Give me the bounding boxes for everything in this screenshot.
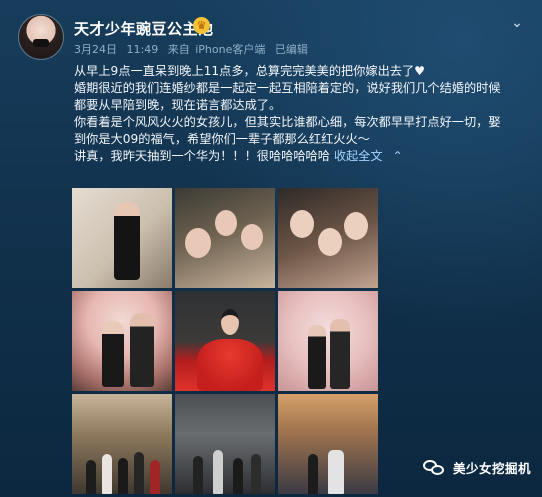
post-date: 3月24日 bbox=[74, 43, 117, 56]
photo-1[interactable] bbox=[72, 188, 172, 288]
wechat-icon bbox=[423, 458, 445, 476]
post-line: 婚期很近的我们连婚纱都是一起定一起互相陪着定的，说好我们几个结婚的时候 bbox=[74, 81, 501, 95]
photo-6[interactable] bbox=[278, 291, 378, 391]
crown-icon: ♛ bbox=[193, 17, 210, 34]
collapse-text-link[interactable]: 收起全文 bbox=[334, 149, 383, 163]
post-line: 到你是大09的福气，希望你们一辈子都那么红红火火～ bbox=[74, 132, 370, 146]
post-line: 讲真，我昨天抽到一个华为！！！很哈哈哈哈哈 bbox=[74, 149, 330, 163]
post-line: 你看着是个风风火火的女孩儿，但其实比谁都心细，每次都早早打点好一切，娶 bbox=[74, 115, 501, 129]
chevron-down-icon[interactable]: ⌄ bbox=[508, 14, 526, 32]
photo-3[interactable] bbox=[278, 188, 378, 288]
avatar-face-mask bbox=[33, 39, 49, 47]
chevron-up-icon[interactable]: ⌃ bbox=[392, 149, 402, 163]
photo-8[interactable] bbox=[175, 394, 275, 494]
photo-2[interactable] bbox=[175, 188, 275, 288]
avatar[interactable] bbox=[18, 14, 64, 60]
edited-label[interactable]: 已编辑 bbox=[275, 43, 308, 56]
photo-9[interactable] bbox=[278, 394, 378, 494]
photo-grid bbox=[72, 188, 378, 495]
post-line: 都要从早陪到晚，现在诺言都达成了。 bbox=[74, 98, 282, 112]
post-body: 从早上9点一直呆到晚上11点多，总算完完美美的把你嫁出去了♥ 婚期很近的我们连婚… bbox=[74, 63, 532, 165]
post-source-prefix: 来自 bbox=[167, 43, 190, 56]
post-time: 11:49 bbox=[126, 43, 159, 56]
photo-7[interactable] bbox=[72, 394, 172, 494]
photo-4[interactable] bbox=[72, 291, 172, 391]
photo-5[interactable] bbox=[175, 291, 275, 391]
watermark: 美少女挖掘机 bbox=[423, 455, 531, 479]
post-line: 从早上9点一直呆到晚上11点多，总算完完美美的把你嫁出去了♥ bbox=[74, 64, 426, 78]
watermark-text: 美少女挖掘机 bbox=[453, 460, 532, 476]
post-meta: 3月24日 11:49 来自 iPhone客户端 已编辑 bbox=[74, 41, 314, 57]
post-last-line: 讲真，我昨天抽到一个华为！！！很哈哈哈哈哈 收起全文 ⌃ bbox=[74, 148, 532, 165]
post-source[interactable]: iPhone客户端 bbox=[195, 43, 265, 56]
